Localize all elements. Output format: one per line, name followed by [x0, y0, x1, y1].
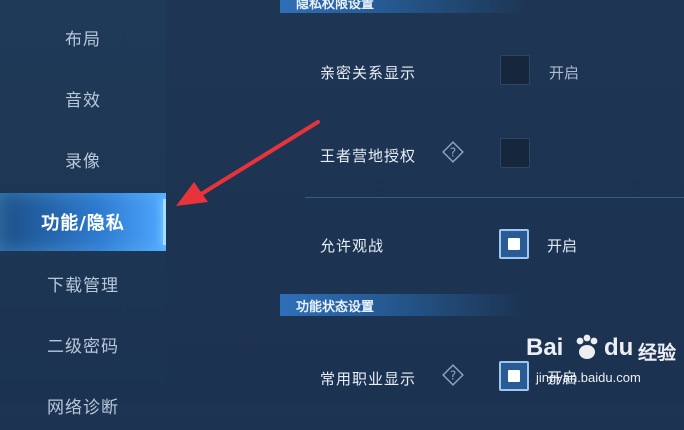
- paw-icon: [576, 334, 598, 359]
- sidebar-item-sound[interactable]: 音效: [0, 73, 166, 123]
- section-header-privacy: 隐私权限设置: [280, 0, 526, 13]
- divider: [305, 197, 684, 198]
- sidebar-item-download-manager[interactable]: 下载管理: [0, 258, 166, 308]
- common-job-label: 常用职业显示: [320, 370, 417, 388]
- settings-sidebar: 布局 音效 录像 功能/隐私 下载管理 二级密码 网络诊断: [0, 0, 166, 418]
- sidebar-item-function-privacy[interactable]: 功能/隐私: [0, 193, 166, 251]
- sidebar-item-layout[interactable]: 布局: [0, 12, 166, 62]
- watermark-cn: 经验: [638, 342, 677, 364]
- svg-text:?: ?: [450, 369, 456, 383]
- intimate-relation-state: 开启: [549, 64, 580, 82]
- svg-text:?: ?: [450, 146, 456, 160]
- intimate-relation-checkbox[interactable]: [500, 55, 530, 85]
- allow-watch-checkbox[interactable]: [499, 229, 529, 259]
- watermark-brand: Bai: [526, 334, 564, 361]
- allow-watch-label: 允许观战: [320, 237, 385, 255]
- help-icon[interactable]: ?: [440, 362, 466, 388]
- baidu-jingyan-watermark: Bai du 经验 jingyan.baidu.com: [520, 328, 684, 403]
- camp-auth-checkbox[interactable]: [500, 138, 530, 168]
- allow-watch-state: 开启: [547, 237, 578, 255]
- sidebar-item-second-password[interactable]: 二级密码: [0, 319, 166, 369]
- watermark-url: jingyan.baidu.com: [536, 370, 641, 385]
- intimate-relation-label: 亲密关系显示: [320, 64, 417, 82]
- sidebar-item-replay[interactable]: 录像: [0, 134, 166, 184]
- section-header-function: 功能状态设置: [280, 294, 526, 316]
- sidebar-item-network-diagnosis[interactable]: 网络诊断: [0, 380, 166, 430]
- camp-auth-label: 王者营地授权: [320, 147, 417, 165]
- help-icon[interactable]: ?: [440, 139, 466, 165]
- watermark-brand-du: du: [604, 334, 634, 361]
- red-arrow-annotation: [176, 120, 320, 206]
